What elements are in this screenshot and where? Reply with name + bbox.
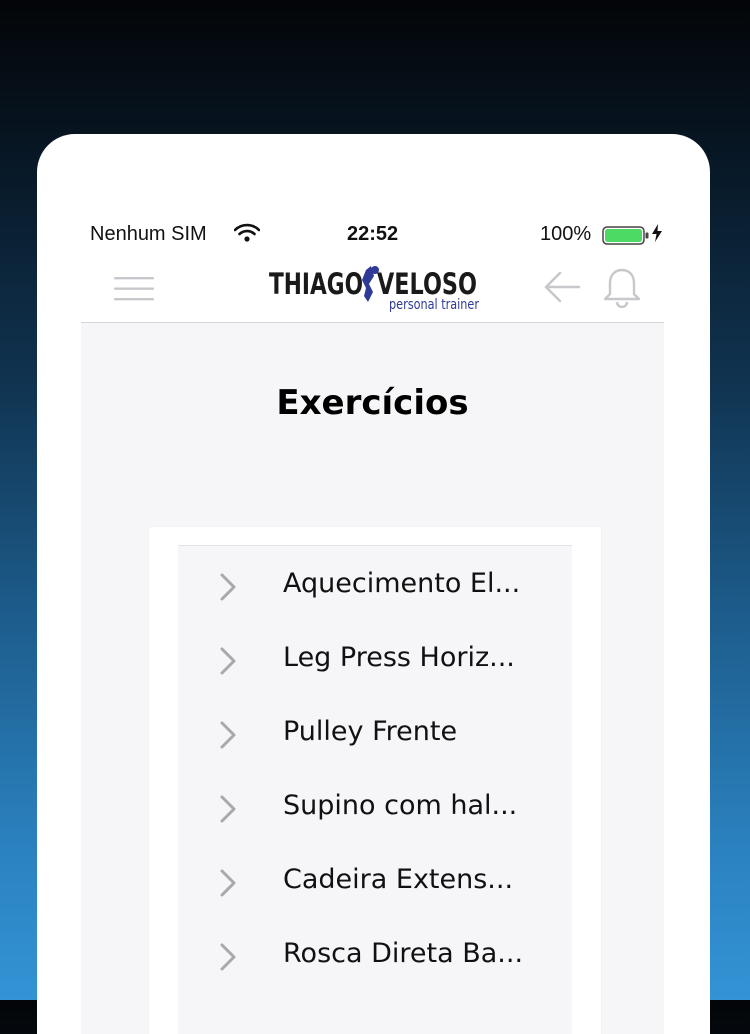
exercise-name: Leg Press Horiz... <box>283 642 515 673</box>
page-title: Exercícios <box>276 383 469 423</box>
list-item[interactable]: Supino com hal... <box>178 770 572 844</box>
list-item[interactable]: Rosca Direta Ba... <box>178 918 572 992</box>
exercise-name: Cadeira Extens... <box>283 864 514 895</box>
svg-text:personal trainer: personal trainer <box>389 297 479 313</box>
status-bar: Nenhum SIM 22:52 100% <box>37 220 710 250</box>
brand-logo: THIAGO VELOSO personal trainer <box>269 266 479 313</box>
wifi-icon <box>234 223 260 242</box>
charging-bolt-icon <box>652 224 662 242</box>
exercise-card: Aquecimento El... Leg Press Horiz... Pul… <box>149 527 601 1034</box>
exercise-list: Aquecimento El... Leg Press Horiz... Pul… <box>178 545 572 1034</box>
list-item[interactable]: Aquecimento El... <box>178 548 572 622</box>
list-item[interactable]: Pulley Frente <box>178 696 572 770</box>
chevron-right-icon <box>220 647 236 675</box>
chevron-right-icon <box>220 721 236 749</box>
exercise-name: Pulley Frente <box>283 716 458 747</box>
chevron-right-icon <box>220 943 236 971</box>
exercise-name: Rosca Direta Ba... <box>283 938 524 969</box>
battery-icon <box>602 226 649 245</box>
carrier-label: Nenhum SIM <box>90 223 207 245</box>
navigation-bar: THIAGO VELOSO personal trainer <box>81 258 664 323</box>
exercise-name: Aquecimento El... <box>283 568 521 599</box>
phone-screen: Nenhum SIM 22:52 100% THIAGO VELOSO pers… <box>37 134 710 1034</box>
menu-icon[interactable] <box>114 276 154 302</box>
svg-text:THIAGO: THIAGO <box>269 267 363 301</box>
list-item[interactable]: Leg Press Horiz... <box>178 622 572 696</box>
back-arrow-icon[interactable] <box>543 270 581 304</box>
chevron-right-icon <box>220 869 236 897</box>
chevron-right-icon <box>220 795 236 823</box>
main-content: Exercícios Aquecimento El... Leg Press H… <box>81 323 664 1034</box>
bell-icon[interactable] <box>603 266 641 308</box>
svg-text:VELOSO: VELOSO <box>377 267 477 301</box>
clock: 22:52 <box>347 223 399 245</box>
exercise-name: Supino com hal... <box>283 790 518 821</box>
battery-percent: 100% <box>540 223 592 245</box>
list-item[interactable]: Cadeira Extens... <box>178 844 572 918</box>
chevron-right-icon <box>220 573 236 601</box>
